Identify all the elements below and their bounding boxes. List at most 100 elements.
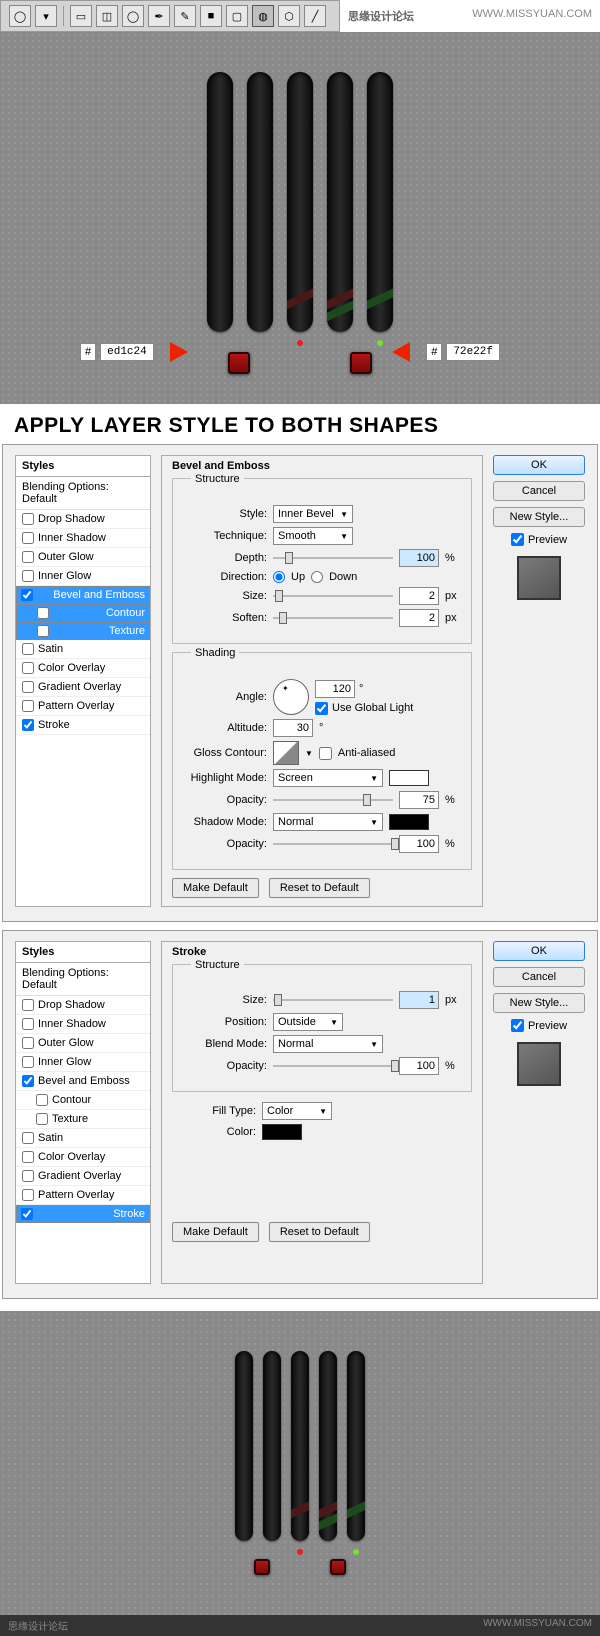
gloss-contour-swatch[interactable] bbox=[273, 741, 299, 765]
style-inner-shadow[interactable]: Inner Shadow bbox=[16, 529, 150, 548]
style-contour[interactable]: Contour bbox=[16, 604, 150, 622]
rounded-rect-tool-icon[interactable]: ◫ bbox=[96, 5, 118, 27]
cancel-button[interactable]: Cancel bbox=[493, 481, 585, 501]
size-slider[interactable] bbox=[273, 589, 393, 603]
style-contour[interactable]: Contour bbox=[16, 1091, 150, 1110]
shadow-mode-select[interactable]: Normal▼ bbox=[273, 813, 383, 831]
ellipse-tool-icon[interactable]: ◯ bbox=[9, 5, 31, 27]
altitude-input[interactable] bbox=[273, 719, 313, 737]
style-stroke[interactable]: Stroke bbox=[16, 716, 150, 735]
style-outer-glow[interactable]: Outer Glow bbox=[16, 1034, 150, 1053]
style-drop-shadow[interactable]: Drop Shadow bbox=[16, 510, 150, 529]
highlight-mode-select[interactable]: Screen▼ bbox=[273, 769, 383, 787]
square-tool-icon[interactable]: ■ bbox=[200, 5, 222, 27]
shape-toolbar: ◯ ▾ ▭ ◫ ◯ ✒ ✎ ■ ▢ ◍ ⬡ ╱ bbox=[0, 0, 340, 32]
panel-title: Bevel and Emboss bbox=[172, 460, 472, 472]
global-light-checkbox[interactable] bbox=[315, 702, 328, 715]
red-button-shape bbox=[350, 352, 372, 374]
ok-button[interactable]: OK bbox=[493, 455, 585, 475]
soften-slider[interactable] bbox=[273, 611, 393, 625]
new-style-button[interactable]: New Style... bbox=[493, 507, 585, 527]
technique-select[interactable]: Smooth▼ bbox=[273, 527, 353, 545]
styles-header: Styles bbox=[16, 456, 150, 477]
red-dot bbox=[297, 340, 303, 346]
style-pattern-overlay[interactable]: Pattern Overlay bbox=[16, 697, 150, 716]
stroke-size-slider[interactable] bbox=[273, 993, 393, 1007]
stroke-size-input[interactable] bbox=[399, 991, 439, 1009]
style-inner-glow[interactable]: Inner Glow bbox=[16, 1053, 150, 1072]
stroke-opacity-input[interactable] bbox=[399, 1057, 439, 1075]
rect-tool-icon[interactable]: ▭ bbox=[70, 5, 92, 27]
rounded-square-icon[interactable]: ▢ bbox=[226, 5, 248, 27]
shadow-opacity-slider[interactable] bbox=[273, 837, 393, 851]
stroke-color-swatch[interactable] bbox=[262, 1124, 302, 1140]
style-texture[interactable]: Texture bbox=[16, 622, 150, 640]
styles-list: Styles Blending Options: Default Drop Sh… bbox=[15, 455, 151, 907]
style-texture[interactable]: Texture bbox=[16, 1110, 150, 1129]
direction-down-radio[interactable] bbox=[311, 571, 323, 583]
style-outer-glow[interactable]: Outer Glow bbox=[16, 548, 150, 567]
bar-shape bbox=[287, 72, 313, 332]
style-select[interactable]: Inner Bevel▼ bbox=[273, 505, 353, 523]
anti-aliased-checkbox[interactable] bbox=[319, 747, 332, 760]
style-drop-shadow[interactable]: Drop Shadow bbox=[16, 996, 150, 1015]
style-inner-shadow[interactable]: Inner Shadow bbox=[16, 1015, 150, 1034]
style-bevel-emboss[interactable]: Bevel and Emboss bbox=[16, 586, 150, 604]
soften-input[interactable] bbox=[399, 609, 439, 627]
style-inner-glow[interactable]: Inner Glow bbox=[16, 567, 150, 586]
highlight-color-swatch[interactable] bbox=[389, 770, 429, 786]
position-select[interactable]: Outside▼ bbox=[273, 1013, 343, 1031]
dropdown-icon[interactable]: ▾ bbox=[35, 5, 57, 27]
new-style-button[interactable]: New Style... bbox=[493, 993, 585, 1013]
style-color-overlay[interactable]: Color Overlay bbox=[16, 659, 150, 678]
depth-input[interactable] bbox=[399, 549, 439, 567]
shadow-color-swatch[interactable] bbox=[389, 814, 429, 830]
style-gradient-overlay[interactable]: Gradient Overlay bbox=[16, 678, 150, 697]
layer-style-dialog-stroke: Styles Blending Options: Default Drop Sh… bbox=[2, 930, 598, 1299]
blending-options-row[interactable]: Blending Options: Default bbox=[16, 963, 150, 996]
rounded-rect-active-icon[interactable]: ◍ bbox=[252, 5, 274, 27]
polygon-tool-icon[interactable]: ⬡ bbox=[278, 5, 300, 27]
dialog-right-column: OK Cancel New Style... Preview bbox=[493, 941, 585, 1284]
style-bevel-emboss[interactable]: Bevel and Emboss bbox=[16, 1072, 150, 1091]
style-satin[interactable]: Satin bbox=[16, 1129, 150, 1148]
stroke-opacity-slider[interactable] bbox=[273, 1059, 393, 1073]
size-input[interactable] bbox=[399, 587, 439, 605]
green-hex-callout: # 72e22f bbox=[392, 342, 500, 362]
panel-title: Stroke bbox=[172, 946, 472, 958]
style-pattern-overlay[interactable]: Pattern Overlay bbox=[16, 1186, 150, 1205]
cancel-button[interactable]: Cancel bbox=[493, 967, 585, 987]
ok-button[interactable]: OK bbox=[493, 941, 585, 961]
reset-default-button[interactable]: Reset to Default bbox=[269, 878, 370, 898]
make-default-button[interactable]: Make Default bbox=[172, 1222, 259, 1242]
make-default-button[interactable]: Make Default bbox=[172, 878, 259, 898]
style-satin[interactable]: Satin bbox=[16, 640, 150, 659]
angle-input[interactable] bbox=[315, 680, 355, 698]
style-color-overlay[interactable]: Color Overlay bbox=[16, 1148, 150, 1167]
depth-slider[interactable] bbox=[273, 551, 393, 565]
styles-list: Styles Blending Options: Default Drop Sh… bbox=[15, 941, 151, 1284]
preview-checkbox[interactable] bbox=[511, 1019, 524, 1032]
fill-type-select[interactable]: Color▼ bbox=[262, 1102, 332, 1120]
ellipse2-tool-icon[interactable]: ◯ bbox=[122, 5, 144, 27]
style-stroke[interactable]: Stroke bbox=[16, 1205, 150, 1223]
highlight-opacity-slider[interactable] bbox=[273, 793, 393, 807]
blending-options-row[interactable]: Blending Options: Default bbox=[16, 477, 150, 510]
preview-checkbox[interactable] bbox=[511, 533, 524, 546]
bar-shape bbox=[247, 72, 273, 332]
freeform-pen-icon[interactable]: ✎ bbox=[174, 5, 196, 27]
shading-legend: Shading bbox=[191, 647, 239, 659]
style-gradient-overlay[interactable]: Gradient Overlay bbox=[16, 1167, 150, 1186]
highlight-opacity-input[interactable] bbox=[399, 791, 439, 809]
direction-up-radio[interactable] bbox=[273, 571, 285, 583]
watermark-top: 思缘设计论坛 WWW.MISSYUAN.COM bbox=[340, 6, 600, 26]
red-button-shape bbox=[330, 1559, 346, 1575]
shadow-opacity-input[interactable] bbox=[399, 835, 439, 853]
angle-wheel[interactable] bbox=[273, 679, 309, 715]
blend-mode-select[interactable]: Normal▼ bbox=[273, 1035, 383, 1053]
pen-tool-icon[interactable]: ✒ bbox=[148, 5, 170, 27]
canvas-preview-result bbox=[0, 1311, 600, 1615]
line-tool-icon[interactable]: ╱ bbox=[304, 5, 326, 27]
bar-shape bbox=[367, 72, 393, 332]
reset-default-button[interactable]: Reset to Default bbox=[269, 1222, 370, 1242]
